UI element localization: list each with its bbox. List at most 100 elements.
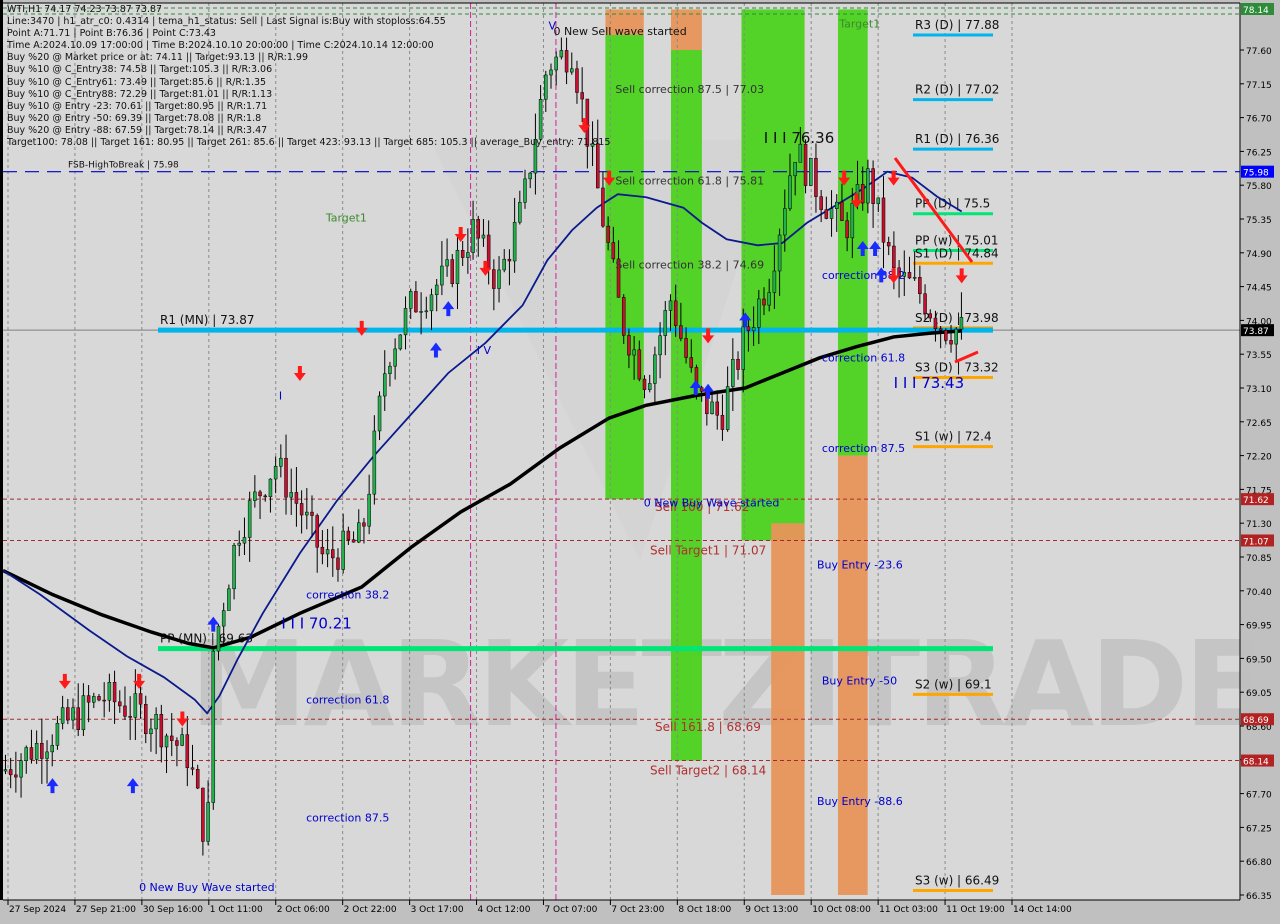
chart-annotation: correction 87.5: [306, 811, 389, 824]
candle-bullish: [959, 317, 964, 330]
candle-bearish: [814, 157, 818, 197]
sell-level-label: Sell 161.8 | 68.69: [655, 720, 761, 734]
y-tick-label: 77.15: [1246, 81, 1272, 91]
candle-bullish: [850, 202, 855, 239]
candle-bullish: [211, 650, 216, 803]
pivot-label: R1 (MN) | 73.87: [160, 313, 255, 327]
candle-bullish: [164, 735, 169, 748]
chart-annotation: Buy Entry -50: [822, 675, 897, 688]
candle-bearish: [102, 699, 106, 702]
zone-green: [670, 50, 702, 761]
candle-bullish: [273, 466, 278, 480]
left-border: [0, 0, 3, 900]
candle-bullish: [81, 695, 86, 731]
candle-bearish: [118, 701, 122, 707]
candle-bearish: [606, 225, 610, 243]
chart-annotation: correction 61.8: [822, 352, 905, 365]
chart-canvas[interactable]: MARKETZITRADE27 Sep 2024 27 Sep 21:00 30 S…: [0, 0, 1280, 920]
pivot-label: S3 (w) | 66.49: [915, 873, 999, 887]
candle-bullish: [554, 56, 558, 71]
candle-bullish: [757, 298, 761, 328]
candle-bullish: [829, 208, 834, 219]
candle-bearish: [845, 220, 849, 239]
y-tick-label: 73.10: [1246, 385, 1272, 395]
candle-bearish: [414, 291, 418, 313]
candle-bearish: [673, 300, 678, 326]
candle-bearish: [138, 693, 143, 705]
candle-bullish: [809, 157, 813, 186]
candle-bearish: [263, 495, 267, 498]
candle-bearish: [486, 234, 491, 270]
price-label: 73.87: [1243, 327, 1269, 337]
candle-bullish: [50, 745, 54, 753]
y-tick-label: 74.90: [1246, 250, 1272, 260]
candle-bullish: [253, 491, 257, 501]
candle-bullish: [357, 522, 361, 543]
candle-bullish: [221, 610, 226, 627]
candle-bearish: [294, 492, 299, 504]
candle-bullish: [408, 291, 413, 309]
candle-bearish: [476, 219, 481, 239]
candle-bullish: [658, 335, 662, 356]
price-label: 68.14: [1243, 758, 1269, 768]
candle-bearish: [40, 743, 44, 759]
candle-bullish: [419, 311, 423, 313]
chart-annotation: correction 38.2: [306, 588, 389, 601]
x-tick-label: 1 Oct 11:00: [210, 905, 263, 915]
chart-annotation: 0 New Sell wave started: [553, 25, 686, 38]
y-tick-label: 69.95: [1246, 622, 1272, 632]
candle-bearish: [112, 681, 117, 703]
candle-bullish: [710, 401, 714, 415]
price-label: 75.98: [1243, 169, 1269, 179]
candle-bullish: [289, 492, 293, 498]
candle-bullish: [632, 349, 636, 356]
candle-bearish: [918, 277, 922, 295]
price-chart[interactable]: MARKETZITRADE 27 Sep 2024 27 Sep 21:00 30 S…: [0, 0, 1280, 920]
x-tick-label: 7 Oct 07:00: [544, 905, 597, 915]
x-tick-label: 2 Oct 06:00: [277, 905, 330, 915]
candle-bullish: [954, 328, 958, 345]
candle-bullish: [663, 310, 668, 336]
candle-bearish: [892, 245, 896, 269]
y-tick-label: 72.20: [1246, 453, 1272, 463]
candle-bearish: [14, 774, 18, 778]
candle-bullish: [424, 310, 429, 313]
candle-bearish: [8, 769, 13, 776]
candle-bullish: [19, 760, 23, 778]
pivot-label: S2 (w) | 69.1: [915, 677, 992, 691]
pivot-label: S1 (w) | 72.4: [915, 430, 992, 444]
candle-bullish: [60, 707, 65, 724]
chart-annotation: I I I 70.21: [281, 614, 352, 632]
candle-bullish: [398, 334, 403, 350]
chart-annotation: V: [549, 20, 557, 33]
price-label: 68.69: [1243, 716, 1269, 726]
chart-annotation: I I I 76.36: [764, 129, 835, 147]
candle-bullish: [279, 457, 283, 467]
candle-bullish: [466, 252, 470, 258]
candle-bearish: [595, 143, 600, 189]
candle-bullish: [647, 383, 652, 390]
candle-bullish: [232, 545, 236, 590]
candle-bullish: [544, 74, 548, 100]
y-tick-label: 69.05: [1246, 689, 1272, 699]
candle-bullish: [180, 734, 184, 746]
candle-bearish: [320, 546, 325, 555]
chart-annotation: 0 New Buy Wave started: [139, 881, 275, 894]
candle-bearish: [564, 50, 569, 73]
candle-bullish: [788, 175, 792, 209]
candle-bullish: [429, 294, 434, 312]
candle-bearish: [840, 201, 844, 221]
candle-bearish: [460, 249, 465, 258]
candle-bullish: [107, 681, 112, 701]
candle-bearish: [746, 326, 751, 332]
chart-annotation: Target1: [838, 17, 880, 30]
candle-bullish: [751, 327, 756, 332]
candle-bullish: [471, 219, 475, 253]
candle-bearish: [679, 325, 683, 339]
candle-bullish: [549, 69, 553, 76]
y-tick-label: 67.70: [1246, 791, 1272, 801]
candle-bearish: [642, 378, 647, 390]
candle-bearish: [938, 328, 943, 331]
candle-bullish: [24, 747, 29, 761]
candle-bullish: [866, 168, 870, 204]
